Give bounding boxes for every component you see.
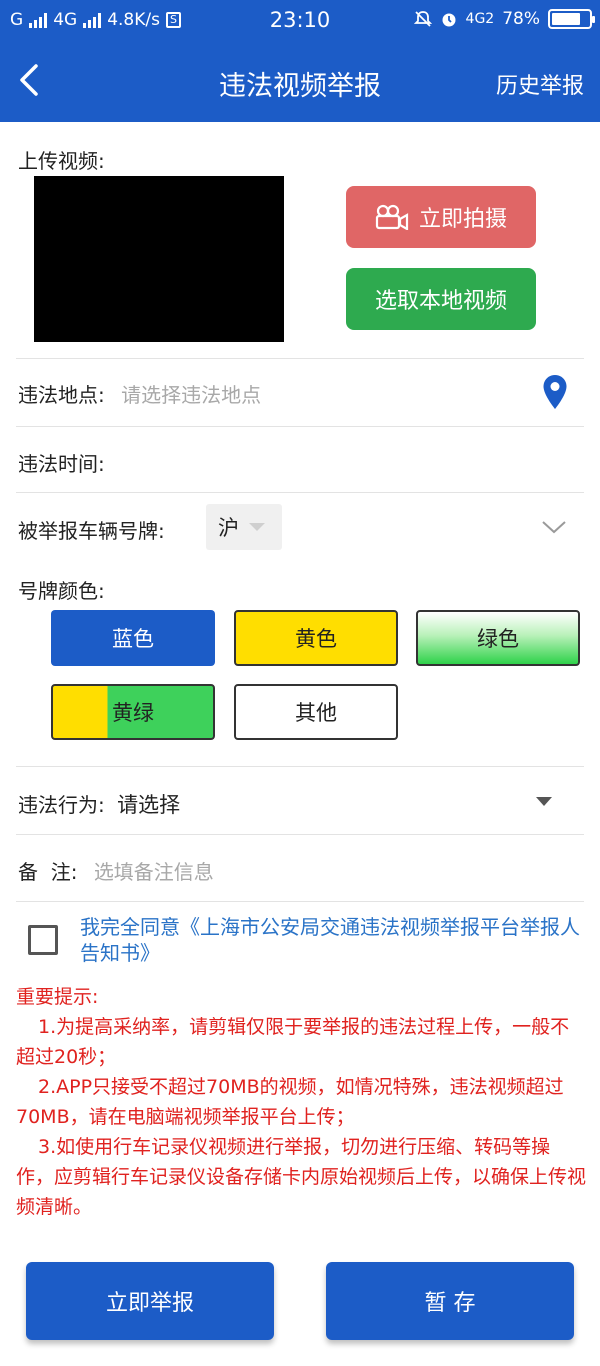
plate-color-blue-button[interactable]: 蓝色 xyxy=(51,610,215,666)
plate-color-green-label: 绿色 xyxy=(477,627,519,651)
plate-label: 被举报车辆号牌: xyxy=(18,519,165,543)
video-camera-icon xyxy=(375,204,409,230)
submit-report-label: 立即举报 xyxy=(105,1291,194,1316)
plate-color-other-label: 其他 xyxy=(295,701,337,725)
remark-placeholder: 选填备注信息 xyxy=(93,860,214,884)
history-report-link[interactable]: 历史举报 xyxy=(496,68,584,100)
behavior-row[interactable]: 违法行为: 请选择 xyxy=(18,789,180,819)
remark-label: 备 注: xyxy=(18,860,78,884)
plate-color-yellow-button[interactable]: 黄色 xyxy=(234,610,398,666)
notice-item: 3.如使用行车记录仪视频进行举报，切勿进行压缩、转码等操作，应剪辑行车记录仪设备… xyxy=(16,1136,587,1218)
notice-item: 1.为提高采纳率，请剪辑仅限于要举报的违法过程上传，一般不超过20秒； xyxy=(16,1016,570,1068)
header: 违法视频举报 历史举报 xyxy=(0,42,600,122)
triangle-down-icon xyxy=(249,523,265,531)
divider xyxy=(16,358,584,359)
plate-color-other-button[interactable]: 其他 xyxy=(234,684,398,740)
plate-color-yellow-green-button[interactable]: 黄绿 xyxy=(51,684,215,740)
agreement-link[interactable]: 我完全同意《上海市公安局交通违法视频举报平台举报人告知书》 xyxy=(80,914,580,966)
chevron-down-icon[interactable] xyxy=(540,518,568,536)
save-draft-label: 暂 存 xyxy=(424,1291,476,1316)
remark-row[interactable]: 备 注: 选填备注信息 xyxy=(18,856,214,885)
status-bar: G 4G 4.8K/s S 23:10 4G2 78% xyxy=(0,0,600,42)
plate-color-yellow-label: 黄色 xyxy=(295,627,337,651)
video-preview[interactable] xyxy=(34,176,284,342)
province-select[interactable]: 沪 xyxy=(206,504,282,550)
location-label: 违法地点: xyxy=(18,383,105,407)
plate-color-green-button[interactable]: 绿色 xyxy=(416,610,580,666)
divider xyxy=(16,426,584,427)
divider xyxy=(16,492,584,493)
location-placeholder: 请选择违法地点 xyxy=(121,383,262,407)
save-draft-button[interactable]: 暂 存 xyxy=(326,1262,574,1340)
time-label: 违法时间: xyxy=(18,452,105,476)
battery-percent: 78% xyxy=(502,9,540,29)
notice-title: 重要提示: xyxy=(16,986,99,1008)
behavior-value: 请选择 xyxy=(117,793,181,817)
divider xyxy=(16,834,584,835)
network-4g2: 4G2 xyxy=(465,11,495,27)
shoot-now-button[interactable]: 立即拍摄 xyxy=(346,186,536,248)
mute-bell-icon xyxy=(413,11,432,27)
battery-icon xyxy=(548,9,595,29)
agreement-checkbox[interactable] xyxy=(28,925,58,955)
divider xyxy=(16,766,584,767)
important-notice: 重要提示: 1.为提高采纳率，请剪辑仅限于要举报的违法过程上传，一般不超过20秒… xyxy=(16,982,588,1222)
divider xyxy=(16,901,584,902)
upload-video-label: 上传视频: xyxy=(18,149,105,173)
location-pin-icon[interactable] xyxy=(542,374,568,410)
alarm-icon xyxy=(442,13,456,27)
submit-report-button[interactable]: 立即举报 xyxy=(26,1262,274,1340)
time-row[interactable]: 违法时间: xyxy=(18,448,105,477)
select-local-video-button[interactable]: 选取本地视频 xyxy=(346,268,536,330)
province-value: 沪 xyxy=(218,516,239,540)
behavior-label: 违法行为: xyxy=(18,793,105,817)
plate-color-yellow-green-label: 黄绿 xyxy=(112,701,154,725)
top-bar: G 4G 4.8K/s S 23:10 4G2 78% 违法视频举报 历史举报 xyxy=(0,0,600,122)
plate-color-blue-label: 蓝色 xyxy=(112,627,154,651)
triangle-down-icon[interactable] xyxy=(536,797,552,806)
location-row[interactable]: 违法地点: 请选择违法地点 xyxy=(18,379,261,408)
plate-color-label: 号牌颜色: xyxy=(18,579,105,603)
shoot-now-label: 立即拍摄 xyxy=(418,207,507,232)
select-local-video-label: 选取本地视频 xyxy=(374,289,507,314)
notice-item: 2.APP只接受不超过70MB的视频，如情况特殊，违法视频超过70MB，请在电脑… xyxy=(16,1076,564,1128)
